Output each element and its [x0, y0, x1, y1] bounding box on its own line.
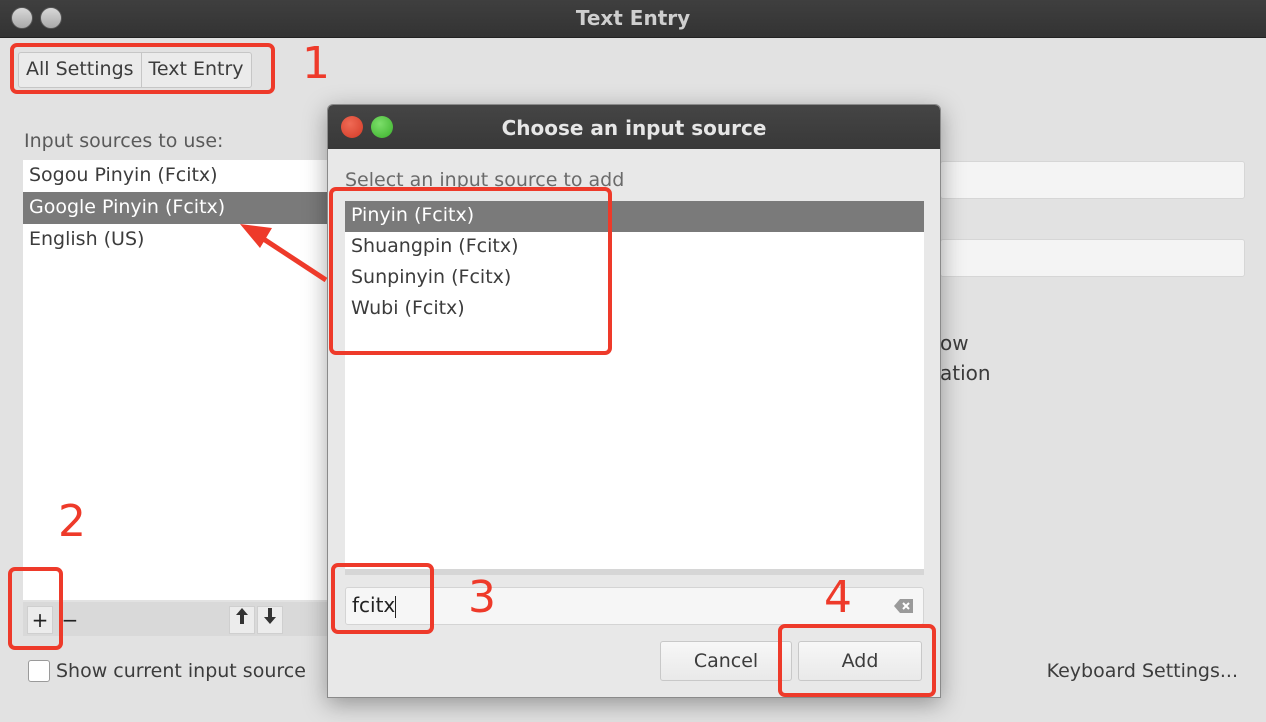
annotation-arrow [240, 224, 328, 283]
